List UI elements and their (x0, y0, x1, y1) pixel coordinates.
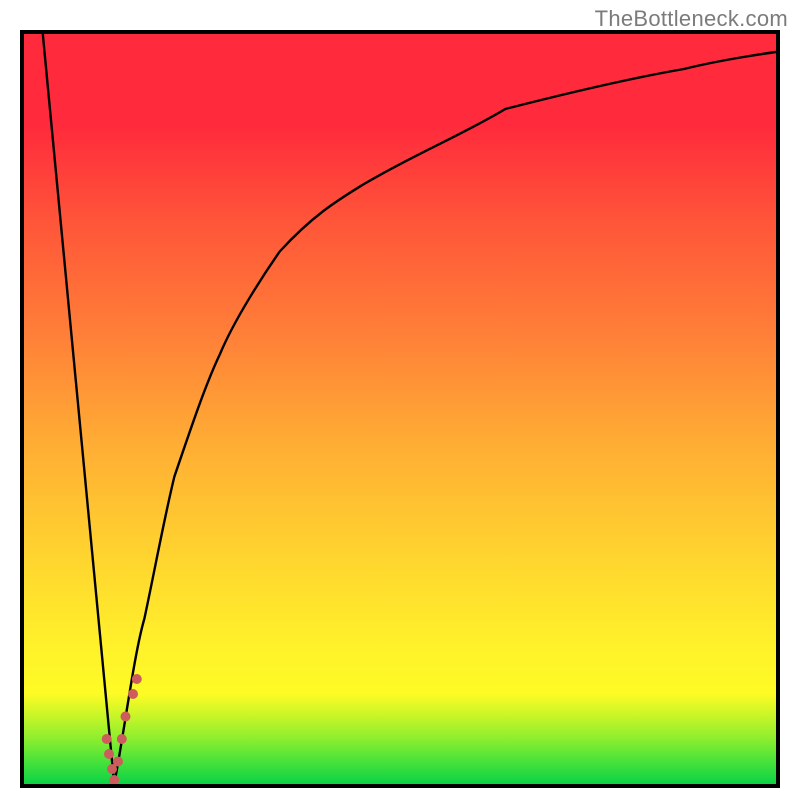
dot (128, 689, 138, 699)
dot (113, 757, 123, 767)
watermark-text: TheBottleneck.com (595, 6, 788, 32)
gradient-background (24, 34, 776, 784)
dot (132, 674, 142, 684)
dot (102, 734, 112, 744)
dot (104, 749, 114, 759)
dot (117, 734, 127, 744)
dot (121, 712, 131, 722)
bottleneck-chart (24, 34, 776, 784)
